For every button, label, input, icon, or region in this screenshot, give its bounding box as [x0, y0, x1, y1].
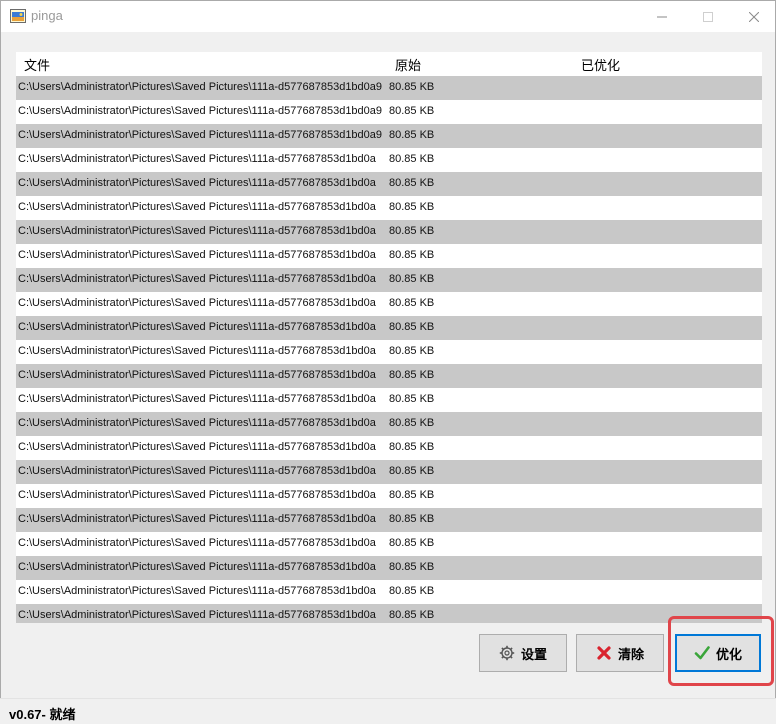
column-header-optimized[interactable]: 已优化 [581, 55, 620, 74]
list-row[interactable]: C:\Users\Administrator\Pictures\Saved Pi… [16, 460, 762, 484]
list-rows: C:\Users\Administrator\Pictures\Saved Pi… [16, 76, 762, 623]
list-header: 文件 原始 已优化 [16, 52, 762, 76]
file-path-cell: C:\Users\Administrator\Pictures\Saved Pi… [18, 537, 376, 549]
file-path-cell: C:\Users\Administrator\Pictures\Saved Pi… [18, 465, 376, 477]
original-size-cell: 80.85 KB [389, 417, 435, 429]
file-path-cell: C:\Users\Administrator\Pictures\Saved Pi… [18, 585, 376, 597]
list-row[interactable]: C:\Users\Administrator\Pictures\Saved Pi… [16, 316, 762, 340]
original-size-cell: 80.85 KB [389, 81, 435, 93]
app-window: pinga 文件 原始 已优化 C:\Users\Administrator\P… [0, 0, 776, 723]
list-row[interactable]: C:\Users\Administrator\Pictures\Saved Pi… [16, 508, 762, 532]
file-path-cell: C:\Users\Administrator\Pictures\Saved Pi… [18, 609, 376, 621]
original-size-cell: 80.85 KB [389, 441, 435, 453]
file-path-cell: C:\Users\Administrator\Pictures\Saved Pi… [18, 177, 376, 189]
file-path-cell: C:\Users\Administrator\Pictures\Saved Pi… [18, 417, 376, 429]
status-text: v0.67- 就绪 [9, 707, 76, 722]
list-row[interactable]: C:\Users\Administrator\Pictures\Saved Pi… [16, 556, 762, 580]
list-row[interactable]: C:\Users\Administrator\Pictures\Saved Pi… [16, 580, 762, 604]
original-size-cell: 80.85 KB [389, 561, 435, 573]
file-path-cell: C:\Users\Administrator\Pictures\Saved Pi… [18, 441, 376, 453]
original-size-cell: 80.85 KB [389, 489, 435, 501]
list-row[interactable]: C:\Users\Administrator\Pictures\Saved Pi… [16, 172, 762, 196]
original-size-cell: 80.85 KB [389, 609, 435, 621]
file-path-cell: C:\Users\Administrator\Pictures\Saved Pi… [18, 321, 376, 333]
original-size-cell: 80.85 KB [389, 465, 435, 477]
original-size-cell: 80.85 KB [389, 513, 435, 525]
file-list[interactable]: 文件 原始 已优化 C:\Users\Administrator\Picture… [16, 52, 762, 623]
list-row[interactable]: C:\Users\Administrator\Pictures\Saved Pi… [16, 148, 762, 172]
file-path-cell: C:\Users\Administrator\Pictures\Saved Pi… [18, 393, 376, 405]
highlight-box [668, 616, 774, 686]
status-bar: v0.67- 就绪 [0, 698, 776, 724]
list-row[interactable]: C:\Users\Administrator\Pictures\Saved Pi… [16, 76, 762, 100]
file-path-cell: C:\Users\Administrator\Pictures\Saved Pi… [18, 81, 383, 93]
original-size-cell: 80.85 KB [389, 153, 435, 165]
original-size-cell: 80.85 KB [389, 177, 435, 189]
file-path-cell: C:\Users\Administrator\Pictures\Saved Pi… [18, 561, 376, 573]
file-path-cell: C:\Users\Administrator\Pictures\Saved Pi… [18, 345, 376, 357]
list-row[interactable]: C:\Users\Administrator\Pictures\Saved Pi… [16, 220, 762, 244]
maximize-button[interactable] [685, 1, 731, 32]
original-size-cell: 80.85 KB [389, 321, 435, 333]
list-row[interactable]: C:\Users\Administrator\Pictures\Saved Pi… [16, 364, 762, 388]
original-size-cell: 80.85 KB [389, 585, 435, 597]
clear-button[interactable]: 清除 [576, 634, 664, 672]
minimize-icon [657, 16, 667, 17]
file-path-cell: C:\Users\Administrator\Pictures\Saved Pi… [18, 513, 376, 525]
original-size-cell: 80.85 KB [389, 105, 435, 117]
file-path-cell: C:\Users\Administrator\Pictures\Saved Pi… [18, 369, 376, 381]
minimize-button[interactable] [639, 1, 685, 32]
original-size-cell: 80.85 KB [389, 297, 435, 309]
title-bar[interactable]: pinga [1, 1, 775, 32]
list-row[interactable]: C:\Users\Administrator\Pictures\Saved Pi… [16, 268, 762, 292]
list-row[interactable]: C:\Users\Administrator\Pictures\Saved Pi… [16, 292, 762, 316]
original-size-cell: 80.85 KB [389, 225, 435, 237]
list-row[interactable]: C:\Users\Administrator\Pictures\Saved Pi… [16, 532, 762, 556]
file-path-cell: C:\Users\Administrator\Pictures\Saved Pi… [18, 273, 376, 285]
original-size-cell: 80.85 KB [389, 201, 435, 213]
list-row[interactable]: C:\Users\Administrator\Pictures\Saved Pi… [16, 124, 762, 148]
clear-label: 清除 [617, 646, 644, 662]
list-row[interactable]: C:\Users\Administrator\Pictures\Saved Pi… [16, 412, 762, 436]
list-row[interactable]: C:\Users\Administrator\Pictures\Saved Pi… [16, 244, 762, 268]
window-title: pinga [31, 8, 63, 23]
file-path-cell: C:\Users\Administrator\Pictures\Saved Pi… [18, 489, 376, 501]
original-size-cell: 80.85 KB [389, 537, 435, 549]
red-x-icon [596, 645, 612, 661]
close-button[interactable] [731, 1, 776, 32]
column-header-original[interactable]: 原始 [395, 55, 421, 74]
file-path-cell: C:\Users\Administrator\Pictures\Saved Pi… [18, 225, 376, 237]
list-row[interactable]: C:\Users\Administrator\Pictures\Saved Pi… [16, 100, 762, 124]
original-size-cell: 80.85 KB [389, 393, 435, 405]
file-path-cell: C:\Users\Administrator\Pictures\Saved Pi… [18, 153, 376, 165]
column-header-file[interactable]: 文件 [24, 55, 50, 74]
file-path-cell: C:\Users\Administrator\Pictures\Saved Pi… [18, 129, 383, 141]
close-icon [749, 11, 759, 22]
app-icon [10, 9, 26, 23]
original-size-cell: 80.85 KB [389, 249, 435, 261]
list-row[interactable]: C:\Users\Administrator\Pictures\Saved Pi… [16, 604, 762, 623]
list-row[interactable]: C:\Users\Administrator\Pictures\Saved Pi… [16, 436, 762, 460]
list-row[interactable]: C:\Users\Administrator\Pictures\Saved Pi… [16, 196, 762, 220]
original-size-cell: 80.85 KB [389, 369, 435, 381]
file-path-cell: C:\Users\Administrator\Pictures\Saved Pi… [18, 201, 376, 213]
settings-label: 设置 [520, 646, 547, 662]
gear-icon [499, 645, 515, 661]
list-row[interactable]: C:\Users\Administrator\Pictures\Saved Pi… [16, 484, 762, 508]
maximize-icon [703, 11, 713, 22]
list-row[interactable]: C:\Users\Administrator\Pictures\Saved Pi… [16, 340, 762, 364]
original-size-cell: 80.85 KB [389, 345, 435, 357]
list-row[interactable]: C:\Users\Administrator\Pictures\Saved Pi… [16, 388, 762, 412]
original-size-cell: 80.85 KB [389, 273, 435, 285]
original-size-cell: 80.85 KB [389, 129, 435, 141]
file-path-cell: C:\Users\Administrator\Pictures\Saved Pi… [18, 249, 376, 261]
settings-button[interactable]: 设置 [479, 634, 567, 672]
file-path-cell: C:\Users\Administrator\Pictures\Saved Pi… [18, 297, 376, 309]
file-path-cell: C:\Users\Administrator\Pictures\Saved Pi… [18, 105, 383, 117]
